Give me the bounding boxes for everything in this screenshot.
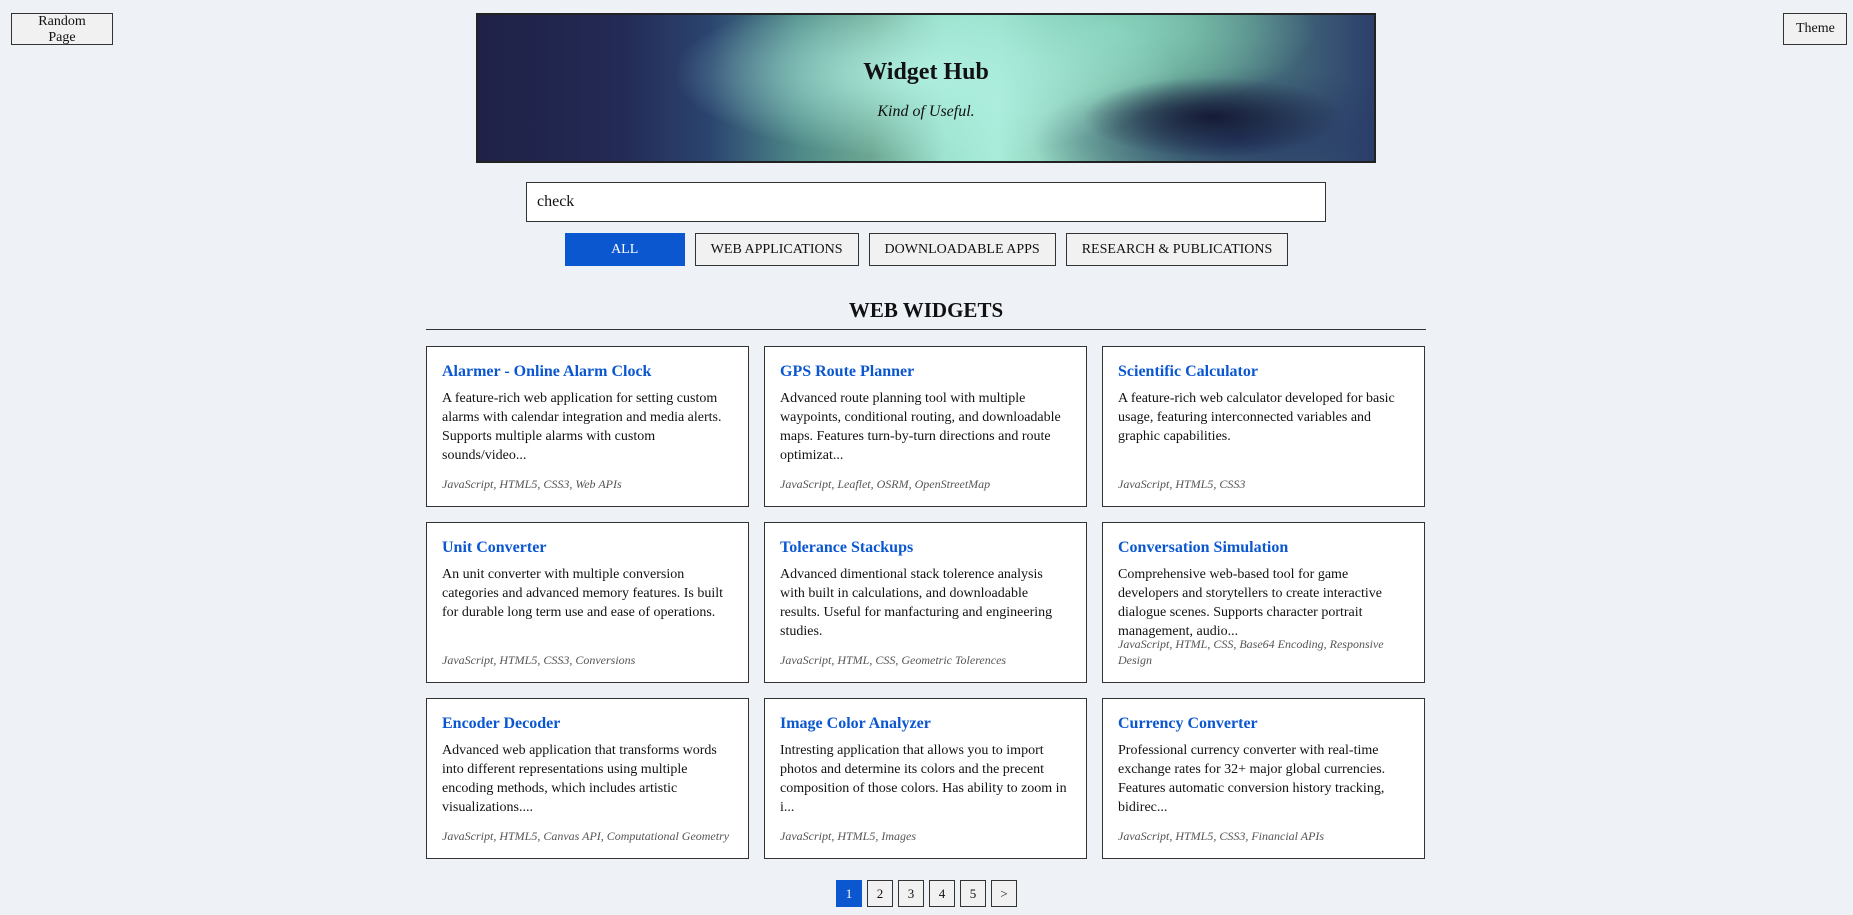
widget-card-tags: JavaScript, HTML5, Images: [780, 829, 916, 843]
widget-card-title[interactable]: Currency Converter: [1118, 715, 1408, 733]
widget-card-title[interactable]: Conversation Simulation: [1118, 539, 1408, 557]
widget-card-title[interactable]: Alarmer - Online Alarm Clock: [442, 363, 732, 381]
theme-button[interactable]: Theme: [1783, 13, 1847, 45]
page-button-4[interactable]: 4: [929, 880, 955, 907]
filter-research-publications-button[interactable]: RESEARCH & PUBLICATIONS: [1065, 233, 1289, 266]
site-tagline: Kind of Useful.: [877, 103, 975, 120]
site-title: Widget Hub: [863, 59, 989, 85]
widget-card[interactable]: Encoder Decoder Advanced web application…: [426, 698, 749, 859]
widget-card-description: Advanced route planning tool with multip…: [780, 391, 1061, 463]
category-filters: ALL WEB APPLICATIONS DOWNLOADABLE APPS R…: [0, 233, 1853, 266]
filter-downloadable-apps-button[interactable]: DOWNLOADABLE APPS: [868, 233, 1056, 266]
widget-card-title[interactable]: Scientific Calculator: [1118, 363, 1408, 381]
section-title: WEB WIDGETS: [848, 298, 1004, 322]
widget-card-title[interactable]: Unit Converter: [442, 539, 732, 557]
widget-card-title[interactable]: GPS Route Planner: [780, 363, 1070, 381]
widget-card-title[interactable]: Encoder Decoder: [442, 715, 732, 733]
widget-card-description: Advanced dimentional stack tolerence ana…: [780, 567, 1053, 639]
next-page-button[interactable]: >: [991, 880, 1017, 907]
widget-grid: Alarmer - Online Alarm Clock A feature-r…: [426, 346, 1426, 859]
widget-card[interactable]: Scientific Calculator A feature-rich web…: [1102, 346, 1425, 507]
widget-card-tags: JavaScript, HTML, CSS, Base64 Encoding, …: [1118, 637, 1384, 667]
widget-card[interactable]: Currency Converter Professional currency…: [1102, 698, 1425, 859]
filter-all-button[interactable]: ALL: [564, 233, 685, 266]
header-banner: Widget Hub Kind of Useful.: [476, 13, 1376, 163]
widget-card-tags: JavaScript, HTML5, CSS3, Web APIs: [442, 477, 622, 491]
widget-card-description: Intresting application that allows you t…: [780, 743, 1067, 815]
pagination: 1 2 3 4 5 >: [0, 880, 1853, 907]
widget-card-tags: JavaScript, HTML5, Canvas API, Computati…: [442, 829, 730, 843]
widget-card-description: Comprehensive web-based tool for game de…: [1118, 567, 1382, 639]
widget-card[interactable]: GPS Route Planner Advanced route plannin…: [764, 346, 1087, 507]
widget-card-description: An unit converter with multiple conversi…: [442, 567, 724, 620]
widget-card-title[interactable]: Image Color Analyzer: [780, 715, 1070, 733]
widget-card-description: A feature-rich web calculator developed …: [1118, 391, 1395, 444]
widget-card-tags: JavaScript, Leaflet, OSRM, OpenStreetMap: [780, 477, 991, 491]
widget-card[interactable]: Unit Converter An unit converter with mu…: [426, 522, 749, 683]
random-page-button[interactable]: Random Page: [11, 13, 113, 45]
section-divider: [426, 329, 1426, 330]
page-button-1[interactable]: 1: [836, 880, 862, 907]
page-button-5[interactable]: 5: [960, 880, 986, 907]
widget-card-title[interactable]: Tolerance Stackups: [780, 539, 1070, 557]
widget-card[interactable]: Image Color Analyzer Intresting applicat…: [764, 698, 1087, 859]
filter-web-applications-button[interactable]: WEB APPLICATIONS: [694, 233, 859, 266]
widget-card-tags: JavaScript, HTML5, CSS3: [1118, 477, 1246, 491]
widget-card-tags: JavaScript, HTML5, CSS3, Financial APIs: [1118, 829, 1325, 843]
widget-card-description: A feature-rich web application for setti…: [442, 391, 722, 463]
page-button-3[interactable]: 3: [898, 880, 924, 907]
widget-card-tags: JavaScript, HTML, CSS, Geometric Toleren…: [780, 653, 1007, 667]
search-input[interactable]: [526, 182, 1326, 222]
widget-card[interactable]: Conversation Simulation Comprehensive we…: [1102, 522, 1425, 683]
widget-card-description: Advanced web application that transforms…: [442, 743, 717, 815]
widget-card-description: Professional currency converter with rea…: [1118, 743, 1386, 815]
widget-card-tags: JavaScript, HTML5, CSS3, Conversions: [442, 653, 636, 667]
widget-card[interactable]: Alarmer - Online Alarm Clock A feature-r…: [426, 346, 749, 507]
page-button-2[interactable]: 2: [867, 880, 893, 907]
widget-card[interactable]: Tolerance Stackups Advanced dimentional …: [764, 522, 1087, 683]
